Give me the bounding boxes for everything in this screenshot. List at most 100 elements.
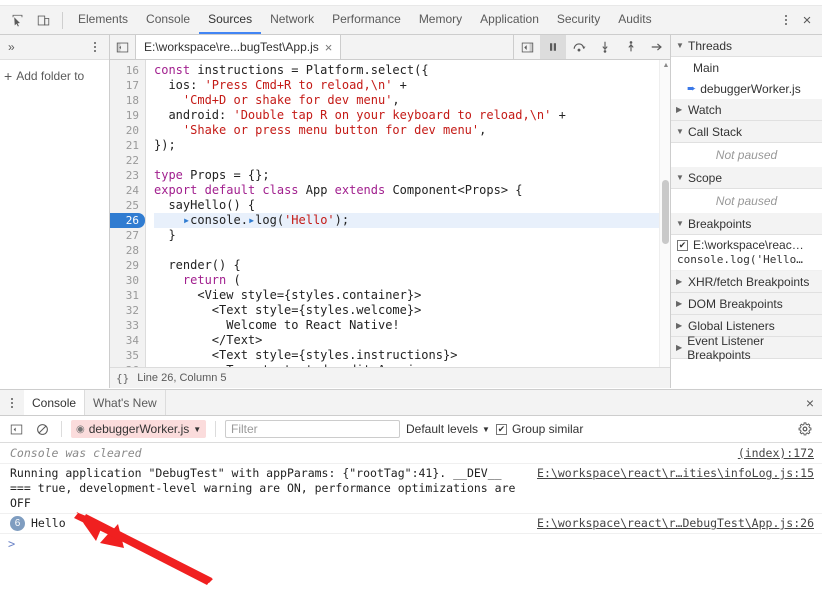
code-line-27[interactable]: } [154, 228, 670, 243]
inspect-cursor-icon[interactable] [4, 8, 30, 32]
line-number-30[interactable]: 30 [110, 273, 145, 288]
console-message-cleared[interactable]: Console was cleared (index):172 [0, 444, 822, 464]
toggle-debugger-sidebar-icon[interactable] [514, 35, 540, 59]
add-folder-to-workspace-button[interactable]: + Add folder to [4, 68, 105, 84]
console-message-log[interactable]: Running application "DebugTest" with app… [0, 464, 822, 514]
close-icon[interactable]: × [325, 40, 333, 55]
code-line-17[interactable]: ios: 'Press Cmd+R to reload,\n' + [154, 78, 670, 93]
breakpoint-item[interactable]: ✔ E:\workspace\reac… console.log('Hello… [671, 235, 822, 271]
editor-vertical-scrollbar[interactable]: ▲ [659, 60, 670, 367]
code-line-30[interactable]: return ( [154, 273, 670, 288]
show-navigator-icon[interactable] [110, 35, 136, 59]
code-line-20[interactable]: 'Shake or press menu button for dev menu… [154, 123, 670, 138]
code-line-34[interactable]: </Text> [154, 333, 670, 348]
tab-sources[interactable]: Sources [199, 6, 262, 34]
close-icon[interactable]: × [796, 13, 818, 28]
code-line-35[interactable]: <Text style={styles.instructions}> [154, 348, 670, 363]
file-tab-app-js[interactable]: E:\workspace\re...bugTest\App.js × [136, 35, 342, 59]
device-toolbar-icon[interactable] [30, 8, 56, 32]
code-line-28[interactable] [154, 243, 670, 258]
console-message-source-link[interactable]: E:\workspace\react\r…ities\infoLog.js:15 [537, 466, 814, 481]
code-line-22[interactable] [154, 153, 670, 168]
drawer-kebab-menu-icon[interactable] [0, 390, 24, 415]
console-message-source-link[interactable]: (index):172 [738, 446, 814, 461]
line-number-17[interactable]: 17 [110, 78, 145, 93]
section-scope[interactable]: ▼ Scope [671, 167, 822, 189]
line-number-34[interactable]: 34 [110, 333, 145, 348]
code-line-33[interactable]: Welcome to React Native! [154, 318, 670, 333]
line-number-25[interactable]: 25 [110, 198, 145, 213]
tab-memory[interactable]: Memory [410, 6, 471, 34]
drawer-close-icon[interactable]: × [798, 390, 822, 415]
code-line-26[interactable]: ▸console.▸log('Hello'); [154, 213, 670, 228]
step-button[interactable] [644, 35, 670, 59]
code-editor[interactable]: 16 17 18 19 20 21 22 23 24 25 26 27 28 29 30 31 32 33 34 35… [110, 60, 670, 367]
scroll-up-arrow-icon[interactable]: ▲ [662, 62, 670, 69]
line-number-22[interactable]: 22 [110, 153, 145, 168]
code-line-24[interactable]: export default class App extends Compone… [154, 183, 670, 198]
console-message-source-link[interactable]: E:\workspace\react\r…DebugTest\App.js:26 [537, 516, 814, 531]
thread-item-main[interactable]: Main [671, 57, 822, 78]
section-call-stack[interactable]: ▼ Call Stack [671, 121, 822, 143]
line-number-27[interactable]: 27 [110, 228, 145, 243]
navigator-kebab-menu-icon[interactable] [85, 42, 105, 52]
console-message-hello[interactable]: 6 Hello E:\workspace\react\r…DebugTest\A… [0, 514, 822, 534]
group-similar-toggle[interactable]: ✔ Group similar [495, 422, 583, 436]
console-messages[interactable]: Console was cleared (index):172 Running … [0, 444, 822, 589]
line-number-35[interactable]: 35 [110, 348, 145, 363]
console-level-selector[interactable]: Default levels ▼ [406, 422, 490, 436]
console-sidebar-icon[interactable] [6, 419, 26, 439]
line-number-33[interactable]: 33 [110, 318, 145, 333]
line-number-20[interactable]: 20 [110, 123, 145, 138]
drawer-tab-console[interactable]: Console [24, 390, 86, 415]
line-number-21[interactable]: 21 [110, 138, 145, 153]
kebab-menu-icon[interactable] [776, 15, 796, 25]
code-line-32[interactable]: <Text style={styles.welcome}> [154, 303, 670, 318]
line-number-16[interactable]: 16 [110, 63, 145, 78]
tab-performance[interactable]: Performance [323, 6, 410, 34]
code-line-36[interactable]: To get started, edit App.js [154, 363, 670, 367]
line-number-gutter[interactable]: 16 17 18 19 20 21 22 23 24 25 26 27 28 29 30 31 32 33 34 35… [110, 60, 146, 367]
line-number-32[interactable]: 32 [110, 303, 145, 318]
console-filter-input[interactable]: Filter [225, 420, 400, 438]
tab-elements[interactable]: Elements [69, 6, 137, 34]
line-number-19[interactable]: 19 [110, 108, 145, 123]
line-number-23[interactable]: 23 [110, 168, 145, 183]
tab-network[interactable]: Network [261, 6, 323, 34]
code-line-23[interactable]: type Props = {}; [154, 168, 670, 183]
scrollbar-thumb[interactable] [662, 180, 669, 244]
console-prompt[interactable]: > [0, 534, 822, 554]
line-number-36[interactable]: 36 [110, 363, 145, 367]
section-watch[interactable]: ▶ Watch [671, 99, 822, 121]
pause-resume-button[interactable] [540, 35, 566, 59]
tab-security[interactable]: Security [548, 6, 609, 34]
code-line-31[interactable]: <View style={styles.container}> [154, 288, 670, 303]
step-into-button[interactable] [592, 35, 618, 59]
step-out-button[interactable] [618, 35, 644, 59]
breakpoint-checkbox[interactable]: ✔ [677, 239, 688, 251]
section-threads[interactable]: ▼ Threads [671, 35, 822, 57]
code-line-29[interactable]: render() { [154, 258, 670, 273]
code-line-25[interactable]: sayHello() { [154, 198, 670, 213]
section-event-listener-breakpoints[interactable]: ▶ Event Listener Breakpoints [671, 334, 822, 362]
line-number-31[interactable]: 31 [110, 288, 145, 303]
pretty-print-icon[interactable]: {} [116, 372, 129, 385]
step-over-button[interactable] [566, 35, 592, 59]
line-number-26[interactable]: 26 [110, 213, 145, 228]
line-number-29[interactable]: 29 [110, 258, 145, 273]
code-line-19[interactable]: android: 'Double tap R on your keyboard … [154, 108, 670, 123]
tab-application[interactable]: Application [471, 6, 548, 34]
section-xhr-fetch-breakpoints[interactable]: ▶ XHR/fetch Breakpoints [671, 271, 822, 293]
code-line-16[interactable]: const instructions = Platform.select({ [154, 63, 670, 78]
gear-icon[interactable] [794, 422, 816, 436]
drawer-tab-whats-new[interactable]: What's New [85, 390, 166, 415]
code-content[interactable]: const instructions = Platform.select({ i… [146, 60, 670, 367]
code-line-21[interactable]: }); [154, 138, 670, 153]
line-number-24[interactable]: 24 [110, 183, 145, 198]
tab-audits[interactable]: Audits [609, 6, 660, 34]
console-context-selector[interactable]: ◉ debuggerWorker.js ▼ [71, 420, 206, 438]
code-line-18[interactable]: 'Cmd+D or shake for dev menu', [154, 93, 670, 108]
line-number-18[interactable]: 18 [110, 93, 145, 108]
group-similar-checkbox[interactable]: ✔ [495, 423, 507, 435]
section-breakpoints[interactable]: ▼ Breakpoints [671, 213, 822, 235]
